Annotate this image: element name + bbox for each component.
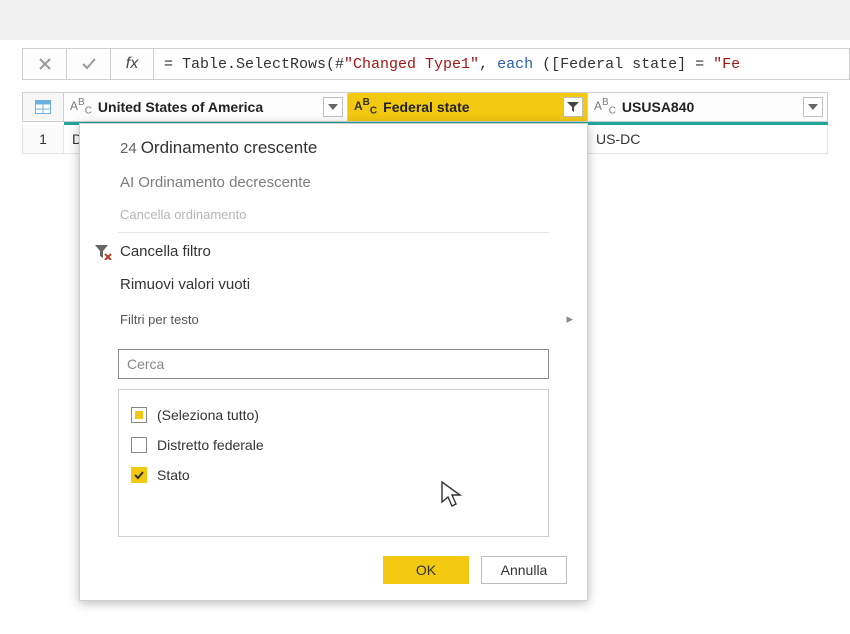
- remove-empty-label: Rimuovi valori vuoti: [120, 276, 573, 293]
- column-headers: ABC United States of America ABC Federal…: [22, 92, 850, 122]
- table-icon: [35, 100, 51, 114]
- checkbox-unchecked-icon[interactable]: [131, 437, 147, 453]
- close-icon: [38, 57, 52, 71]
- column-dropdown-button[interactable]: [563, 97, 583, 117]
- formula-input[interactable]: = Table.SelectRows(#"Changed Type1", eac…: [154, 48, 850, 80]
- text-filters-submenu[interactable]: Filtri per testo ▸: [80, 301, 587, 337]
- column-label: United States of America: [98, 99, 263, 115]
- search-placeholder: Cerca: [127, 356, 164, 372]
- formula-text-string2: "Fe: [713, 56, 740, 73]
- sort-desc-label: Ordinamento decrescente: [138, 174, 573, 191]
- formula-cancel-button[interactable]: [22, 48, 66, 80]
- chevron-down-icon: [808, 104, 818, 110]
- column-dropdown-button[interactable]: [323, 97, 343, 117]
- formula-bar: fx = Table.SelectRows(#"Changed Type1", …: [22, 48, 850, 80]
- filter-search-input[interactable]: Cerca: [118, 349, 549, 379]
- filter-applied-icon: [567, 102, 579, 112]
- filter-popup-buttons: OK Annulla: [383, 556, 567, 584]
- text-type-icon: ABC: [70, 97, 92, 116]
- clear-sort-item: Cancella ordinamento: [80, 199, 587, 230]
- formula-text-mid2: ([Federal state] =: [533, 56, 713, 73]
- filter-value-label: (Seleziona tutto): [157, 407, 259, 423]
- cancel-label: Annulla: [501, 562, 548, 578]
- formula-text-mid: ,: [479, 56, 497, 73]
- text-type-icon: ABC: [594, 97, 616, 116]
- ok-button[interactable]: OK: [383, 556, 469, 584]
- formula-text-string1: "Changed Type1": [344, 56, 479, 73]
- sort-ascending-item[interactable]: 24 Ordinamento crescente: [80, 124, 587, 166]
- sort-asc-label: Ordinamento crescente: [141, 138, 573, 158]
- filter-value-label: Distretto federale: [157, 437, 264, 453]
- table-cell[interactable]: US-DC: [588, 125, 828, 154]
- filter-value-item[interactable]: Stato: [131, 460, 536, 490]
- column-label: Federal state: [383, 99, 469, 115]
- checkbox-indeterminate-icon[interactable]: [131, 407, 147, 423]
- cancel-button[interactable]: Annulla: [481, 556, 567, 584]
- filter-value-item[interactable]: Distretto federale: [131, 430, 536, 460]
- clear-filter-icon: [94, 244, 120, 260]
- sort-desc-prefix: AI: [120, 174, 134, 191]
- column-filter-popup: 24 Ordinamento crescente AI Ordinamento …: [79, 123, 588, 601]
- column-header-federal-state[interactable]: ABC Federal state: [348, 92, 588, 122]
- fx-label: fx: [110, 48, 154, 80]
- separator: [118, 232, 549, 233]
- text-type-icon: ABC: [354, 97, 377, 116]
- formula-text-each: each: [497, 56, 533, 73]
- text-filters-label: Filtri per testo: [120, 312, 199, 327]
- formula-text-prefix: = Table.SelectRows(#: [164, 56, 344, 73]
- filter-value-select-all[interactable]: (Seleziona tutto): [131, 400, 536, 430]
- chevron-right-icon: ▸: [566, 311, 573, 327]
- clear-sort-label: Cancella ordinamento: [120, 207, 573, 222]
- clear-filter-item[interactable]: Cancella filtro: [80, 235, 587, 268]
- column-header-united-states[interactable]: ABC United States of America: [64, 92, 348, 122]
- row-index: 1: [22, 125, 64, 154]
- column-header-ususa840[interactable]: ABC USUSA840: [588, 92, 828, 122]
- checkbox-checked-icon[interactable]: [131, 467, 147, 483]
- chevron-down-icon: [328, 104, 338, 110]
- sort-descending-item[interactable]: AI Ordinamento decrescente: [80, 166, 587, 199]
- ok-label: OK: [416, 562, 436, 578]
- sort-asc-prefix: 24: [120, 140, 137, 157]
- filter-values-list[interactable]: (Seleziona tutto) Distretto federale Sta…: [118, 389, 549, 537]
- formula-confirm-button[interactable]: [66, 48, 110, 80]
- row-index-header[interactable]: [22, 92, 64, 122]
- remove-empty-item[interactable]: Rimuovi valori vuoti: [80, 268, 587, 301]
- app-ribbon-placeholder: [0, 0, 850, 40]
- clear-filter-label: Cancella filtro: [120, 243, 573, 260]
- column-dropdown-button[interactable]: [803, 97, 823, 117]
- check-icon: [81, 56, 97, 72]
- column-label: USUSA840: [622, 99, 694, 115]
- filter-value-label: Stato: [157, 467, 190, 483]
